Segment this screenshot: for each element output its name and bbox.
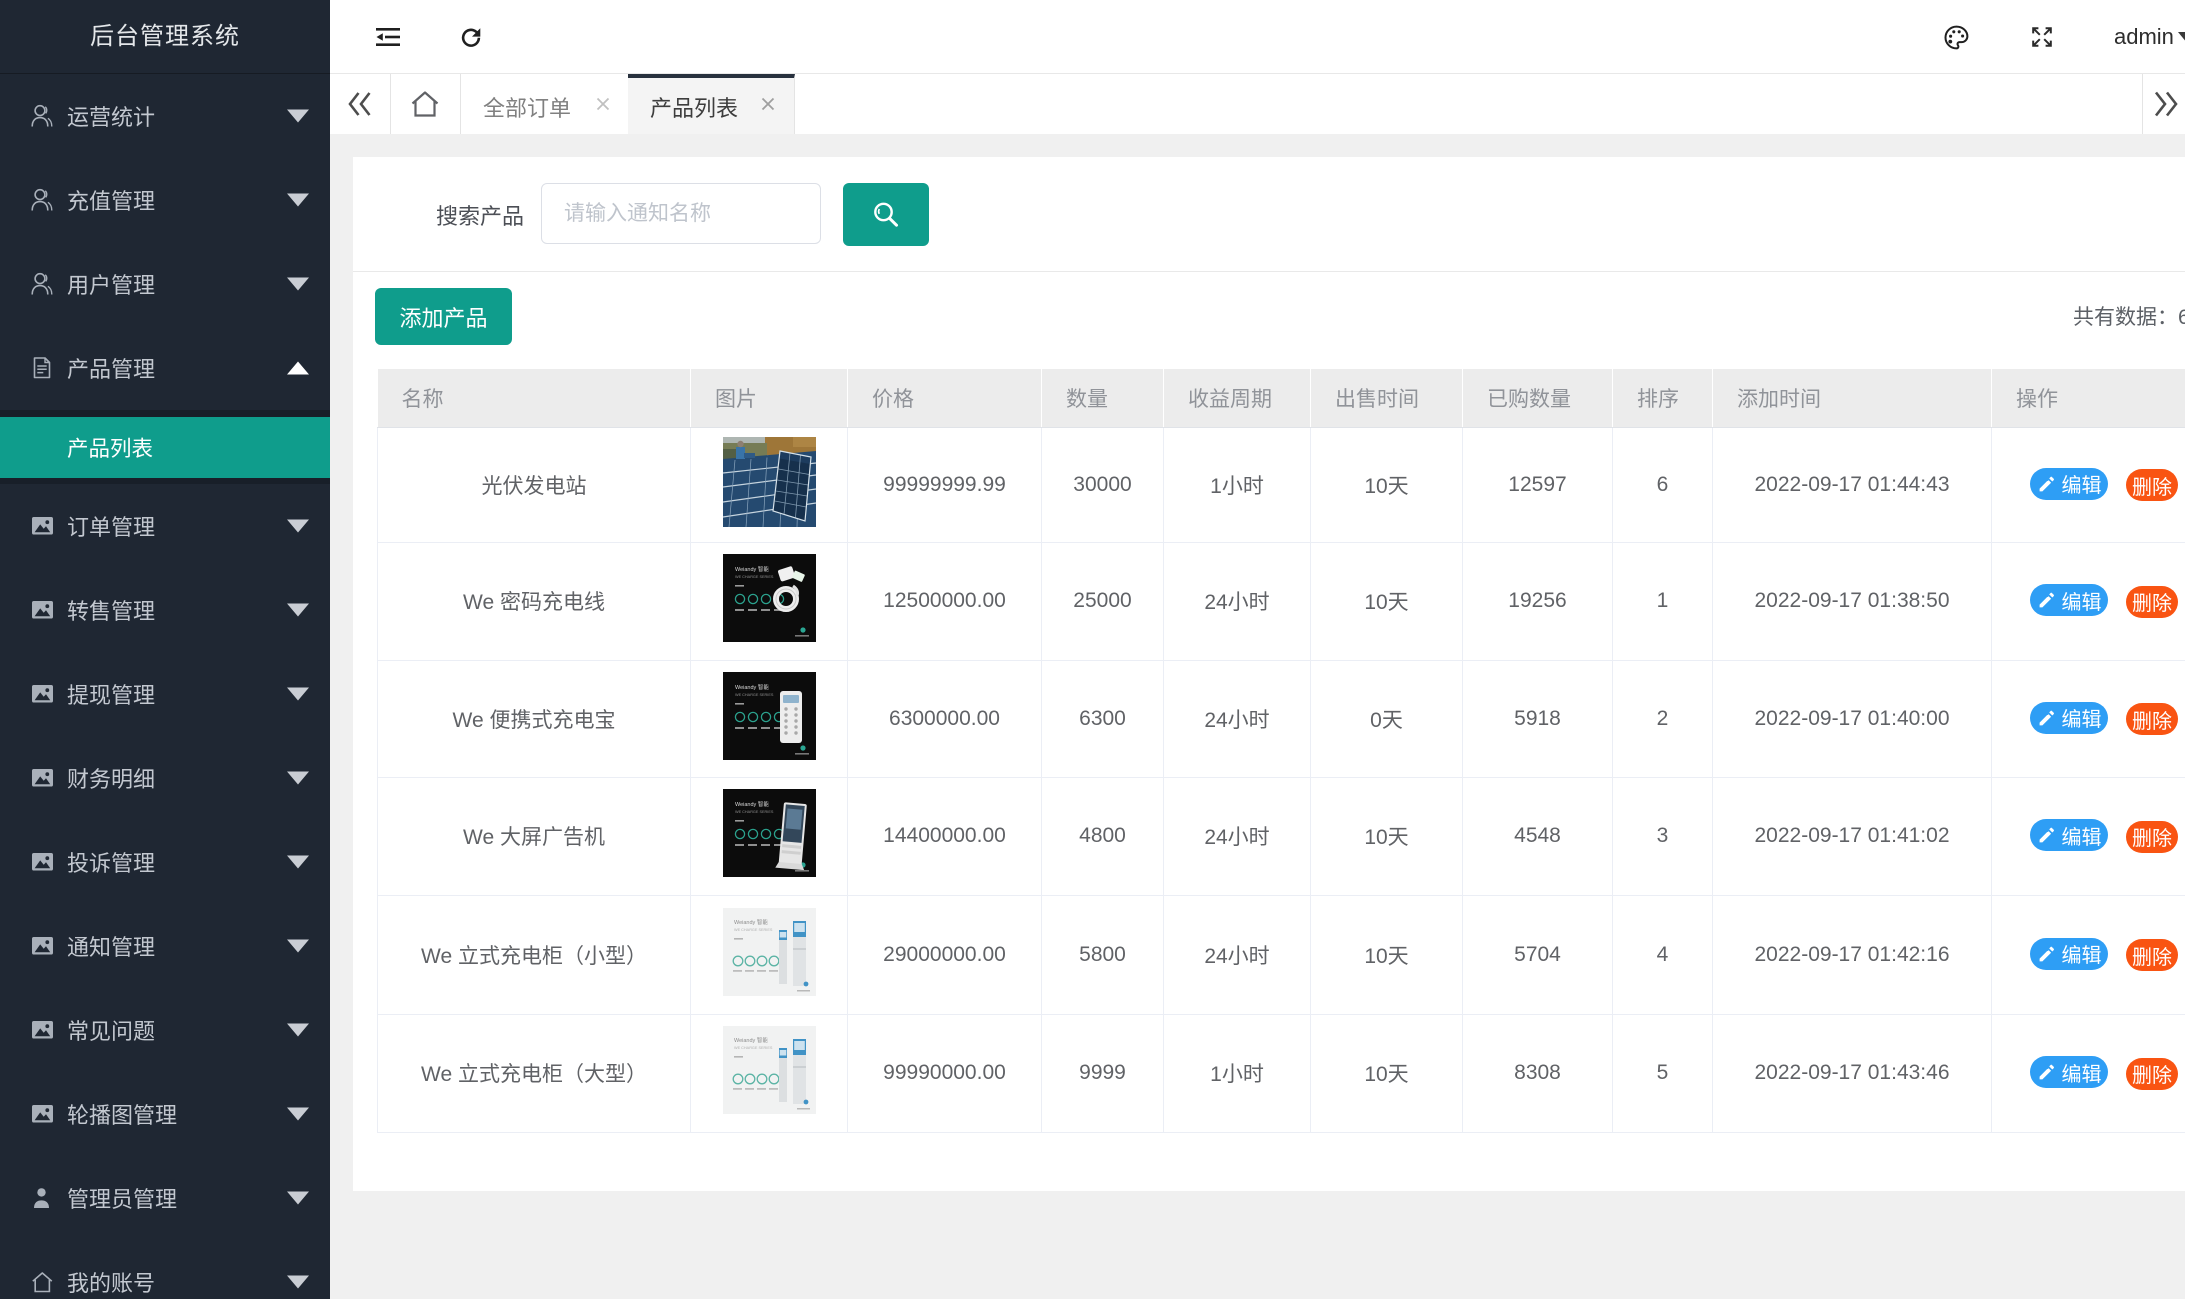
svg-text:Weiandy 智能: Weiandy 智能 (735, 683, 769, 691)
svg-text:WE CHARGE SERIES: WE CHARGE SERIES (734, 928, 773, 932)
svg-text:Weiandy 智能: Weiandy 智能 (735, 800, 769, 808)
svg-text:Weiandy 智能: Weiandy 智能 (734, 918, 768, 926)
svg-text:WE CHARGE SERIES: WE CHARGE SERIES (734, 1046, 773, 1050)
svg-text:WE CHARGE SERIES: WE CHARGE SERIES (735, 810, 774, 814)
svg-text:WE CHARGE SERIES: WE CHARGE SERIES (735, 575, 774, 579)
svg-text:Weiandy 智能: Weiandy 智能 (734, 1036, 768, 1044)
svg-text:WE CHARGE SERIES: WE CHARGE SERIES (735, 693, 774, 697)
svg-text:Weiandy 智能: Weiandy 智能 (735, 565, 769, 573)
